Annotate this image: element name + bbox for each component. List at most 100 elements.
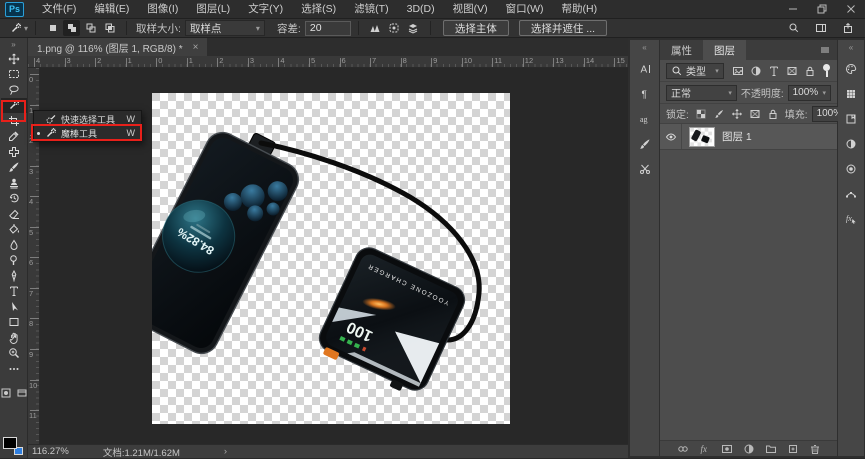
new-group-icon[interactable] xyxy=(764,442,778,456)
minimize-button[interactable] xyxy=(778,0,807,18)
character-panel-icon[interactable]: A xyxy=(634,59,656,79)
styles-panel-icon[interactable] xyxy=(840,159,862,179)
path-select-tool[interactable] xyxy=(1,299,27,315)
zoom-level-value[interactable]: 116.27% xyxy=(32,446,69,457)
filter-toggle-pin[interactable] xyxy=(822,64,831,78)
marquee-tool[interactable] xyxy=(1,67,27,83)
new-adjustment-layer-icon[interactable] xyxy=(742,442,756,456)
anti-alias-icon[interactable] xyxy=(367,20,384,36)
collapse-dock-icon[interactable]: « xyxy=(630,42,659,54)
contiguous-icon[interactable] xyxy=(386,20,403,36)
brush-settings-panel-icon[interactable] xyxy=(634,134,656,154)
lasso-tool[interactable] xyxy=(1,82,27,98)
dodge-tool[interactable] xyxy=(1,253,27,269)
new-layer-icon[interactable] xyxy=(786,442,800,456)
tolerance-input[interactable]: 20 xyxy=(305,21,351,36)
zoom-tool[interactable] xyxy=(1,346,27,362)
filter-pixel-layers-icon[interactable] xyxy=(730,63,746,79)
paths-panel-icon[interactable] xyxy=(840,184,862,204)
intersect-selection-icon[interactable] xyxy=(101,20,118,36)
delete-layer-icon[interactable] xyxy=(808,442,822,456)
adjustments-panel-icon[interactable] xyxy=(840,134,862,154)
screen-mode-icon[interactable] xyxy=(16,387,28,399)
filter-smart-objects-icon[interactable] xyxy=(802,63,818,79)
swatches-panel-icon[interactable] xyxy=(840,84,862,104)
add-to-selection-icon[interactable] xyxy=(63,20,80,36)
new-selection-icon[interactable] xyxy=(44,20,61,36)
move-tool[interactable] xyxy=(1,51,27,67)
menu-item-5[interactable]: 选择(S) xyxy=(292,0,345,18)
type-tool[interactable] xyxy=(1,284,27,300)
clone-stamp-tool[interactable] xyxy=(1,175,27,191)
search-icon[interactable] xyxy=(785,20,802,36)
document-tab[interactable]: 1.png @ 116% (图层 1, RGB/8) * × xyxy=(28,38,207,56)
filter-adjustment-layers-icon[interactable] xyxy=(748,63,764,79)
lock-all-icon[interactable] xyxy=(765,106,781,122)
layer-styles-icon[interactable]: fx xyxy=(698,442,712,456)
menu-item-10[interactable]: 帮助(H) xyxy=(553,0,607,18)
flyout-item-1[interactable]: 魔棒工具W xyxy=(34,126,141,140)
lock-transparent-pixels-icon[interactable] xyxy=(693,106,709,122)
blur-tool[interactable] xyxy=(1,237,27,253)
status-chevron-icon[interactable]: › xyxy=(224,446,227,457)
close-button[interactable] xyxy=(836,0,865,18)
healing-brush-tool[interactable] xyxy=(1,144,27,160)
eyedropper-tool[interactable] xyxy=(1,129,27,145)
subtract-from-selection-icon[interactable] xyxy=(82,20,99,36)
edit-toolbar[interactable] xyxy=(1,361,27,377)
menu-item-9[interactable]: 窗口(W) xyxy=(497,0,553,18)
menu-item-8[interactable]: 视图(V) xyxy=(444,0,497,18)
menu-item-0[interactable]: 文件(F) xyxy=(33,0,85,18)
libraries-panel-icon[interactable] xyxy=(840,109,862,129)
filter-type-select[interactable]: 类型 ▾ xyxy=(666,63,724,79)
glyphs-panel-icon[interactable]: ag xyxy=(634,109,656,129)
gradient-tool[interactable] xyxy=(1,222,27,238)
foreground-color-swatch[interactable] xyxy=(3,437,17,449)
workspace-switcher-icon[interactable] xyxy=(812,20,829,36)
history-brush-tool[interactable] xyxy=(1,191,27,207)
pen-tool[interactable] xyxy=(1,268,27,284)
crop-tool[interactable] xyxy=(1,113,27,129)
menu-item-7[interactable]: 3D(D) xyxy=(398,0,444,18)
color-panel-icon[interactable] xyxy=(840,59,862,79)
menu-item-2[interactable]: 图像(I) xyxy=(138,0,187,18)
menu-item-4[interactable]: 文字(Y) xyxy=(239,0,292,18)
flyout-item-0[interactable]: 快速选择工具W xyxy=(34,112,141,126)
collapse-toolbar-icon[interactable]: » xyxy=(0,38,27,51)
lock-artboard-icon[interactable] xyxy=(747,106,763,122)
filter-shape-layers-icon[interactable] xyxy=(784,63,800,79)
tab-图层[interactable]: 图层 xyxy=(703,40,746,60)
layer-row[interactable]: 图层 1 xyxy=(660,124,837,150)
restore-button[interactable] xyxy=(807,0,836,18)
lock-position-icon[interactable] xyxy=(729,106,745,122)
select-subject-button[interactable]: 选择主体 xyxy=(443,20,509,36)
menu-item-6[interactable]: 滤镜(T) xyxy=(345,0,397,18)
rectangle-tool[interactable] xyxy=(1,315,27,331)
active-tool-badge[interactable]: ▾ xyxy=(10,22,28,34)
link-layers-icon[interactable] xyxy=(676,442,690,456)
panel-menu-icon[interactable] xyxy=(819,40,837,60)
share-image-icon[interactable] xyxy=(839,20,856,36)
layer-effects-panel-icon[interactable]: fx xyxy=(840,209,862,229)
menu-item-1[interactable]: 编辑(E) xyxy=(85,0,138,18)
sample-size-select[interactable]: 取样点▾ xyxy=(185,20,265,36)
quick-mask-mode-icon[interactable] xyxy=(0,387,12,399)
sample-all-layers-icon[interactable] xyxy=(405,20,422,36)
menu-item-3[interactable]: 图层(L) xyxy=(187,0,239,18)
transparent-artboard[interactable]: 84.82% YOOZONE CHARGER 100 xyxy=(152,93,510,424)
magic-wand-tool[interactable] xyxy=(1,98,27,114)
close-tab-icon[interactable]: × xyxy=(193,42,199,53)
hand-tool[interactable] xyxy=(1,330,27,346)
collapse-dock-icon[interactable]: « xyxy=(838,42,864,54)
layer-thumbnail[interactable] xyxy=(689,127,715,147)
color-swatches[interactable] xyxy=(3,437,25,455)
tab-属性[interactable]: 属性 xyxy=(660,40,703,60)
opacity-select[interactable]: 100% ▾ xyxy=(788,85,831,101)
brush-tool[interactable] xyxy=(1,160,27,176)
eraser-tool[interactable] xyxy=(1,206,27,222)
blend-mode-select[interactable]: 正常 ▾ xyxy=(666,85,737,101)
lock-image-pixels-icon[interactable] xyxy=(711,106,727,122)
paragraph-panel-icon[interactable]: ¶ xyxy=(634,84,656,104)
annotation-panel-icon[interactable] xyxy=(634,159,656,179)
filter-type-layers-icon[interactable] xyxy=(766,63,782,79)
